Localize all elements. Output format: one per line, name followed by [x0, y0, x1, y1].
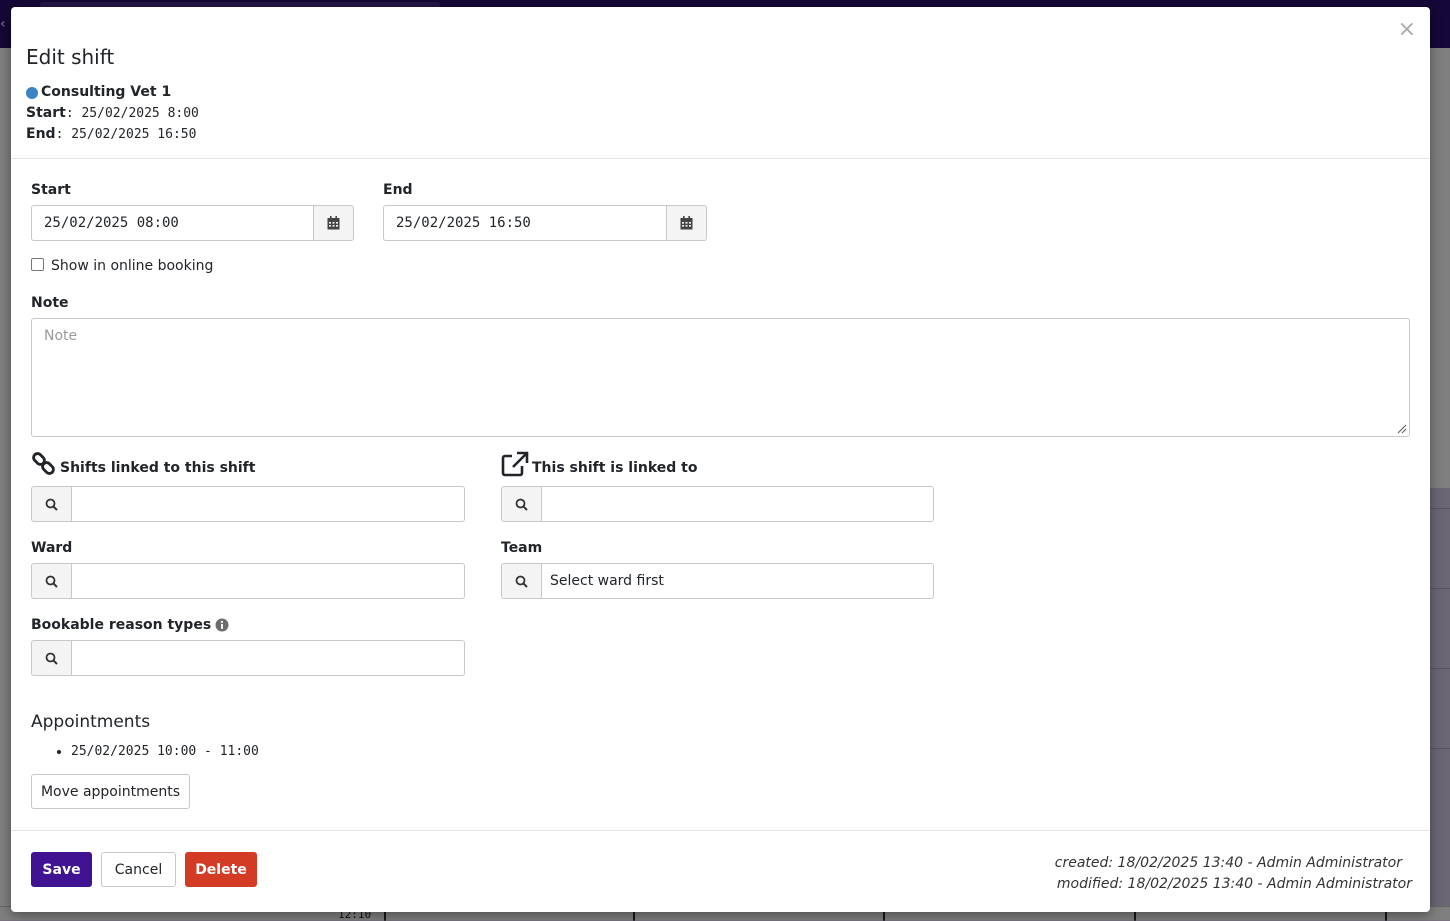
save-button[interactable]: Save [31, 852, 92, 887]
calendar-icon [327, 216, 340, 230]
end-datetime-group: 25/02/2025 16:50 [383, 205, 707, 241]
summary-end-label: End [26, 126, 56, 142]
ward-search-button[interactable] [31, 563, 71, 599]
search-icon [45, 498, 58, 511]
search-icon [45, 575, 58, 588]
modified-info: modified: 18/02/2025 13:40 - Admin Admin… [1056, 876, 1412, 892]
link-icon [32, 452, 55, 475]
summary-start-value: : 25/02/2025 8:00 [65, 106, 199, 121]
end-label: End [383, 182, 413, 198]
linked-to-search-button[interactable] [501, 486, 541, 522]
reason-types-input[interactable] [71, 640, 465, 676]
linked-shifts-group [31, 486, 465, 522]
dialog-footer: Save Cancel Delete created: 18/02/2025 1… [11, 830, 1430, 912]
close-icon[interactable]: × [1398, 19, 1416, 41]
end-datetime-input[interactable]: 25/02/2025 16:50 [383, 205, 667, 241]
dialog-header: Edit shift × Consulting Vet 1 Start: 25/… [11, 7, 1430, 159]
online-booking-row[interactable]: Show in online booking [31, 257, 214, 274]
start-label: Start [31, 182, 71, 198]
appointments-title: Appointments [31, 712, 151, 732]
linked-to-group [501, 486, 934, 522]
resource-name: Consulting Vet 1 [41, 84, 172, 100]
team-label: Team [501, 540, 543, 556]
note-textarea[interactable]: Note [31, 318, 1410, 437]
search-icon [45, 652, 58, 665]
reason-types-search-button[interactable] [31, 640, 71, 676]
search-icon [515, 498, 528, 511]
linked-shifts-heading: Shifts linked to this shift [31, 451, 255, 477]
note-placeholder: Note [44, 328, 78, 344]
linked-to-heading: This shift is linked to [501, 451, 697, 477]
reason-types-label: Bookable reason types [31, 617, 212, 633]
summary-end: End: 25/02/2025 16:50 [26, 124, 199, 145]
appointments-list: 25/02/2025 10:00 - 11:00 [31, 742, 259, 762]
audit-info: created: 18/02/2025 13:40 - Admin Admini… [1055, 853, 1412, 895]
move-appointments-button[interactable]: Move appointments [31, 774, 190, 809]
end-calendar-button[interactable] [667, 205, 707, 241]
appointment-item: 25/02/2025 10:00 - 11:00 [71, 742, 259, 762]
team-group: Select ward first [501, 563, 934, 599]
online-booking-label: Show in online booking [51, 258, 214, 274]
summary-start: Start: 25/02/2025 8:00 [26, 103, 199, 124]
summary-start-label: Start [26, 105, 66, 121]
linked-shifts-input[interactable] [71, 486, 465, 522]
note-label: Note [31, 295, 69, 311]
linked-to-label: This shift is linked to [532, 460, 698, 476]
start-datetime-group: 25/02/2025 08:00 [31, 205, 354, 241]
edit-shift-dialog: Edit shift × Consulting Vet 1 Start: 25/… [11, 7, 1430, 912]
reason-types-group [31, 640, 465, 676]
online-booking-checkbox[interactable] [31, 257, 44, 271]
resource-name-row: Consulting Vet 1 [26, 82, 199, 103]
resize-grip-icon[interactable] [1397, 424, 1407, 434]
ward-group [31, 563, 465, 599]
team-search-button[interactable] [501, 563, 541, 599]
start-calendar-button[interactable] [314, 205, 354, 241]
dialog-title: Edit shift [26, 45, 115, 69]
linked-shifts-search-button[interactable] [31, 486, 71, 522]
search-icon [515, 575, 528, 588]
info-icon[interactable] [215, 618, 229, 632]
ward-label: Ward [31, 540, 73, 556]
calendar-icon [680, 216, 693, 230]
delete-button[interactable]: Delete [185, 852, 257, 887]
ward-input[interactable] [71, 563, 465, 599]
linked-to-input[interactable] [541, 486, 934, 522]
summary-end-value: : 25/02/2025 16:50 [55, 127, 197, 142]
resource-color-dot [26, 86, 38, 99]
reason-types-heading: Bookable reason types [31, 616, 232, 634]
external-link-icon [501, 451, 529, 477]
start-datetime-input[interactable]: 25/02/2025 08:00 [31, 205, 314, 241]
linked-shifts-label: Shifts linked to this shift [60, 460, 256, 476]
created-info: created: 18/02/2025 13:40 - Admin Admini… [1054, 855, 1402, 871]
cancel-button[interactable]: Cancel [101, 852, 176, 887]
shift-summary: Consulting Vet 1 Start: 25/02/2025 8:00 … [26, 82, 199, 145]
team-input[interactable]: Select ward first [541, 563, 934, 599]
